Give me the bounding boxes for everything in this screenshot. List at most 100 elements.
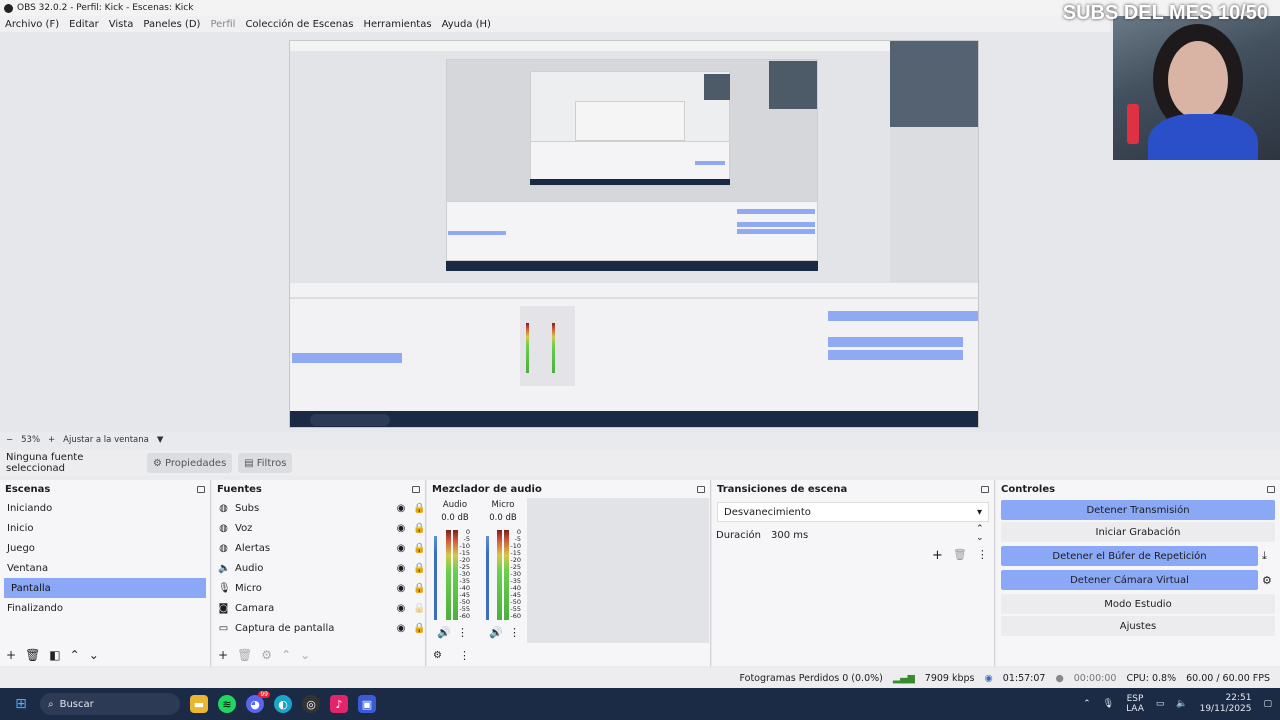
start-recording-button[interactable]: Iniciar Grabación [1001, 522, 1275, 542]
move-up-icon[interactable]: ⌃ [70, 648, 80, 662]
source-name: Alertas [235, 542, 271, 554]
source-item[interactable]: ◍ Alertas ◉ 🔒 [212, 538, 425, 558]
channel-db: 0.0 dB [441, 513, 469, 523]
add-scene-button[interactable]: + [6, 648, 16, 662]
more-options-icon[interactable]: ⋮ [977, 548, 988, 563]
eye-icon[interactable]: ◉ [395, 603, 407, 614]
properties-button[interactable]: ⚙ Propiedades [147, 453, 233, 473]
lock-icon[interactable]: 🔒 [413, 623, 425, 634]
lock-icon[interactable]: 🔒 [413, 543, 425, 554]
preview-canvas[interactable] [289, 40, 979, 428]
source-item[interactable]: ◍ Subs ◉ 🔒 [212, 498, 425, 518]
more-options-icon[interactable]: ⋮ [459, 649, 470, 662]
more-options-icon[interactable]: ⋮ [457, 626, 468, 639]
stop-replay-buffer-button[interactable]: Detener el Búfer de Repetición [1001, 546, 1258, 566]
copy-icon[interactable]: ◧ [49, 648, 60, 662]
filters-button[interactable]: ▤ Filtros [238, 453, 293, 473]
eye-icon[interactable]: ◉ [395, 563, 407, 574]
scene-item[interactable]: Inicio [0, 518, 210, 538]
eye-icon[interactable]: ◉ [395, 623, 407, 634]
menu-coleccion-escenas[interactable]: Colección de Escenas [245, 19, 353, 30]
app-icon[interactable]: ▣ [358, 695, 376, 713]
browser-icon[interactable]: ◐ [274, 695, 292, 713]
obs-icon[interactable]: ◎ [302, 695, 320, 713]
spotify-icon[interactable]: ≋ [218, 695, 236, 713]
scene-item[interactable]: Finalizando [0, 598, 210, 618]
network-icon[interactable]: ▭ [1156, 699, 1165, 709]
source-item[interactable]: ▭ Captura de pantalla ◉ 🔒 [212, 618, 426, 638]
popout-icon[interactable] [1267, 485, 1275, 493]
mixer-channel-micro: Micro 0.0 dB [481, 500, 525, 523]
scene-item[interactable]: Juego [0, 538, 210, 558]
lock-icon[interactable]: 🔒 [413, 503, 425, 514]
unlock-icon[interactable]: 🔒 [413, 603, 425, 614]
add-source-button[interactable]: + [218, 648, 228, 662]
scene-item[interactable]: Iniciando [0, 498, 210, 518]
scene-item[interactable]: Pantalla [4, 578, 206, 598]
trash-icon[interactable]: 🗑 [237, 648, 252, 662]
stop-virtual-camera-button[interactable]: Detener Cámara Virtual [1001, 570, 1258, 590]
menu-ayuda[interactable]: Ayuda (H) [442, 19, 491, 30]
file-explorer-icon[interactable]: ▬ [190, 695, 208, 713]
microphone-icon[interactable]: 🎙 [1103, 699, 1114, 709]
clock[interactable]: 22:51 19/11/2025 [1200, 693, 1252, 715]
source-item[interactable]: ◍ Voz ◉ 🔒 [212, 518, 425, 538]
studio-mode-button[interactable]: Modo Estudio [1001, 594, 1275, 614]
popout-icon[interactable] [197, 485, 205, 493]
scene-item[interactable]: Ventana [0, 558, 210, 578]
menu-vista[interactable]: Vista [109, 19, 134, 30]
menu-editar[interactable]: Editar [69, 19, 99, 30]
eye-icon[interactable]: ◉ [395, 583, 407, 594]
add-transition-button[interactable]: + [932, 548, 943, 563]
menu-perfil[interactable]: Perfil [210, 19, 235, 30]
spin-arrows-icon[interactable]: ⌃ ⌄ [976, 525, 984, 543]
save-replay-icon[interactable]: ⤓ [1262, 549, 1280, 563]
windows-start-icon[interactable]: ⊞ [12, 695, 30, 713]
gear-icon[interactable]: ⚙ [261, 648, 272, 662]
popout-icon[interactable] [412, 485, 420, 493]
chevron-up-icon[interactable]: ⌃ [1083, 699, 1091, 709]
source-item[interactable]: 🎙 Micro ◉ 🔒 [212, 578, 425, 598]
menu-paneles[interactable]: Paneles (D) [143, 19, 200, 30]
trash-icon[interactable]: 🗑 [953, 548, 967, 563]
eye-icon[interactable]: ◉ [395, 523, 407, 534]
settings-button[interactable]: Ajustes [1001, 616, 1275, 636]
source-item[interactable]: 🔈 Audio ◉ 🔒 [212, 558, 425, 578]
lock-icon[interactable]: 🔒 [413, 523, 425, 534]
stop-stream-button[interactable]: Detener Transmisión [1001, 500, 1275, 520]
move-down-icon[interactable]: ⌄ [300, 648, 310, 662]
zoom-in-button[interactable]: + [48, 435, 55, 445]
speaker-icon[interactable]: 🔊 [489, 626, 503, 639]
lock-icon[interactable]: 🔒 [413, 563, 425, 574]
tiktok-icon[interactable]: ♪ [330, 695, 348, 713]
popout-icon[interactable] [981, 485, 989, 493]
advanced-audio-icon[interactable]: ⚙ [433, 650, 442, 661]
move-down-icon[interactable]: ⌄ [89, 648, 99, 662]
status-bar: Fotogramas Perdidos 0 (0.0%) ▂▄▆ 7909 kb… [0, 668, 1280, 688]
volume-slider[interactable] [486, 536, 489, 620]
discord-icon[interactable]: ◕ 99 [246, 691, 270, 713]
gear-icon[interactable]: ⚙ [1262, 574, 1280, 587]
more-options-icon[interactable]: ⋮ [509, 626, 520, 639]
transition-select[interactable]: Desvanecimiento ▾ [717, 502, 989, 522]
language-indicator[interactable]: ESP LAA [1126, 694, 1144, 714]
notifications-icon[interactable]: ▢ [1263, 699, 1272, 709]
menu-archivo[interactable]: Archivo (F) [5, 19, 59, 30]
popout-icon[interactable] [697, 485, 705, 493]
taskbar-search[interactable]: ⌕ Buscar [40, 693, 180, 715]
trash-icon[interactable]: 🗑 [25, 648, 40, 662]
source-item[interactable]: ◙ Camara ◉ 🔒 [212, 598, 426, 618]
move-up-icon[interactable]: ⌃ [281, 648, 291, 662]
eye-icon[interactable]: ◉ [395, 503, 407, 514]
volume-icon[interactable]: 🔈 [1176, 699, 1187, 709]
menu-herramientas[interactable]: Herramientas [363, 19, 431, 30]
chevron-down-icon[interactable]: ▼ [157, 435, 164, 445]
duration-input[interactable]: 300 ms [771, 530, 808, 541]
fit-to-window-label[interactable]: Ajustar a la ventana [63, 435, 149, 445]
eye-icon[interactable]: ◉ [395, 543, 407, 554]
speaker-icon[interactable]: 🔊 [437, 626, 451, 639]
lock-icon[interactable]: 🔒 [413, 583, 425, 594]
globe-icon: ◍ [219, 542, 228, 554]
volume-slider[interactable] [434, 536, 437, 620]
zoom-out-button[interactable]: − [6, 435, 13, 445]
